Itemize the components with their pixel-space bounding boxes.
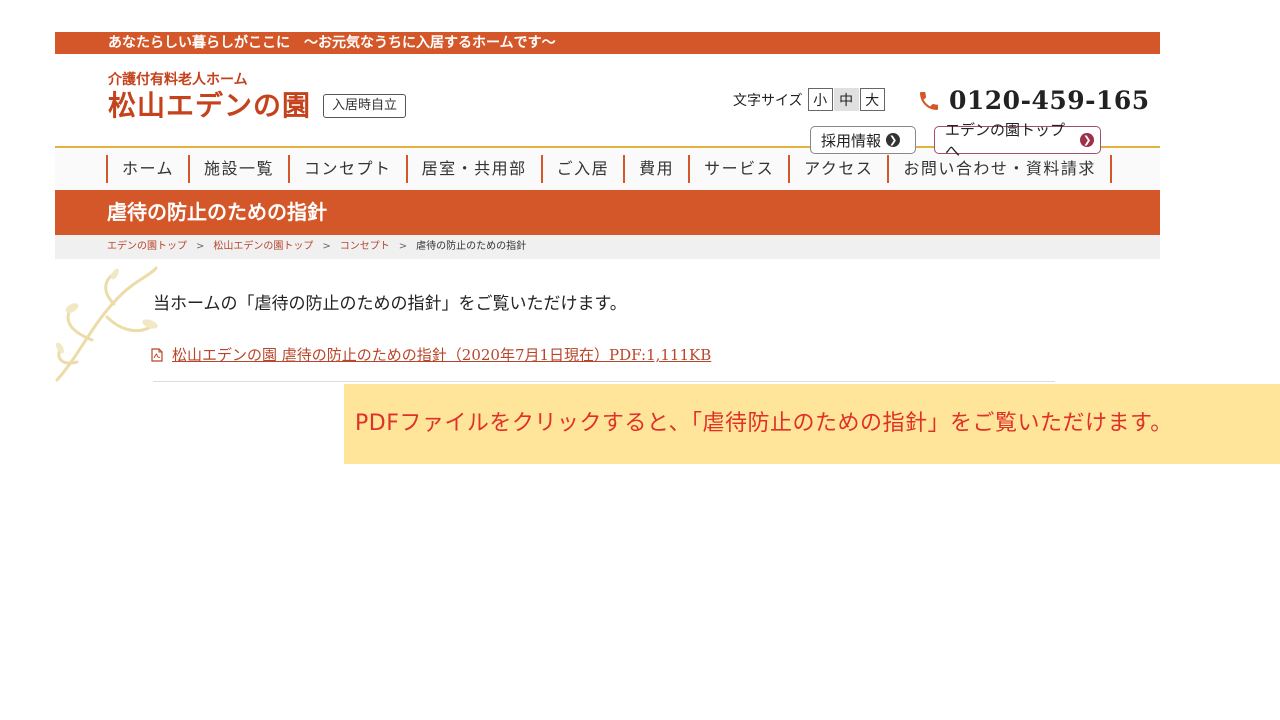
pdf-link-label: 松山エデンの園 虐待の防止のための指針（2020年7月1日現在）PDF:1,11… <box>172 346 712 364</box>
nav-item-facilities[interactable]: 施設一覧 <box>188 155 288 183</box>
font-size-switcher: 文字サイズ 小 中 大 <box>733 88 885 111</box>
arrow-right-icon: ❯ <box>1080 133 1094 147</box>
nav-item-concept[interactable]: コンセプト <box>288 155 406 183</box>
breadcrumb-current: 虐待の防止のための指針 <box>416 241 527 252</box>
independence-badge: 入居時自立 <box>323 94 407 118</box>
pdf-file-icon <box>151 347 163 362</box>
nav-item-admission[interactable]: ご入居 <box>540 155 624 183</box>
eden-top-button[interactable]: エデンの園トップへ ❯ <box>934 121 1101 160</box>
breadcrumb: エデンの園トップ > 松山エデンの園トップ > コンセプト > 虐待の防止のための指針 <box>55 235 1160 259</box>
nav-item-access[interactable]: アクセス <box>788 155 887 183</box>
pdf-download-link[interactable]: 松山エデンの園 虐待の防止のための指針（2020年7月1日現在）PDF:1,11… <box>151 344 711 365</box>
site-header: 介護付有料老人ホーム 松山エデンの園 入居時自立 文字サイズ 小 中 大 012… <box>55 54 1160 160</box>
breadcrumb-separator: > <box>322 241 331 252</box>
breadcrumb-separator: > <box>398 241 408 252</box>
intro-text: 当ホームの「虐待の防止のための指針」をご覧いただけます。 <box>153 294 627 314</box>
font-size-label: 文字サイズ <box>733 92 803 109</box>
nav-item-home[interactable]: ホーム <box>106 155 188 183</box>
floral-ornament <box>52 262 162 388</box>
font-size-medium-button[interactable]: 中 <box>833 88 859 111</box>
font-size-large-button[interactable]: 大 <box>859 88 885 111</box>
logo-subtitle: 介護付有料老人ホーム <box>108 72 248 88</box>
page-title: 虐待の防止のための指針 <box>55 190 1160 235</box>
nav-item-costs[interactable]: 費用 <box>623 155 688 183</box>
breadcrumb-link-concept[interactable]: コンセプト <box>340 241 390 252</box>
breadcrumb-link-eden-top[interactable]: エデンの園トップ <box>107 241 187 252</box>
breadcrumb-link-matsuyama-top[interactable]: 松山エデンの園トップ <box>213 241 313 252</box>
font-size-small-button[interactable]: 小 <box>807 88 833 111</box>
nav-item-services[interactable]: サービス <box>688 155 788 183</box>
phone-icon <box>917 89 941 113</box>
phone-number: 0120-459-165 <box>949 86 1150 115</box>
eden-top-button-label: エデンの園トップへ <box>945 121 1066 160</box>
recruit-button[interactable]: 採用情報 ❯ <box>810 126 916 154</box>
logo-title: 松山エデンの園 <box>108 89 312 122</box>
site-logo[interactable]: 介護付有料老人ホーム 松山エデンの園 入居時自立 <box>108 72 407 123</box>
phone-contact[interactable]: 0120-459-165 <box>917 87 1150 115</box>
site-wrapper: あなたらしい暮らしがここに ～お元気なうちに入居するホームです～ 介護付有料老人… <box>55 32 1160 259</box>
breadcrumb-separator: > <box>196 241 205 252</box>
recruit-button-label: 採用情報 <box>821 131 882 150</box>
instruction-callout: PDFファイルをクリックすると、「虐待防止のための指針」をご覧いただけます。 <box>344 384 1280 464</box>
arrow-right-icon: ❯ <box>886 133 901 147</box>
tagline-bar: あなたらしい暮らしがここに ～お元気なうちに入居するホームです～ <box>55 32 1160 54</box>
content-divider <box>153 381 1055 382</box>
nav-item-rooms[interactable]: 居室・共用部 <box>405 155 541 183</box>
